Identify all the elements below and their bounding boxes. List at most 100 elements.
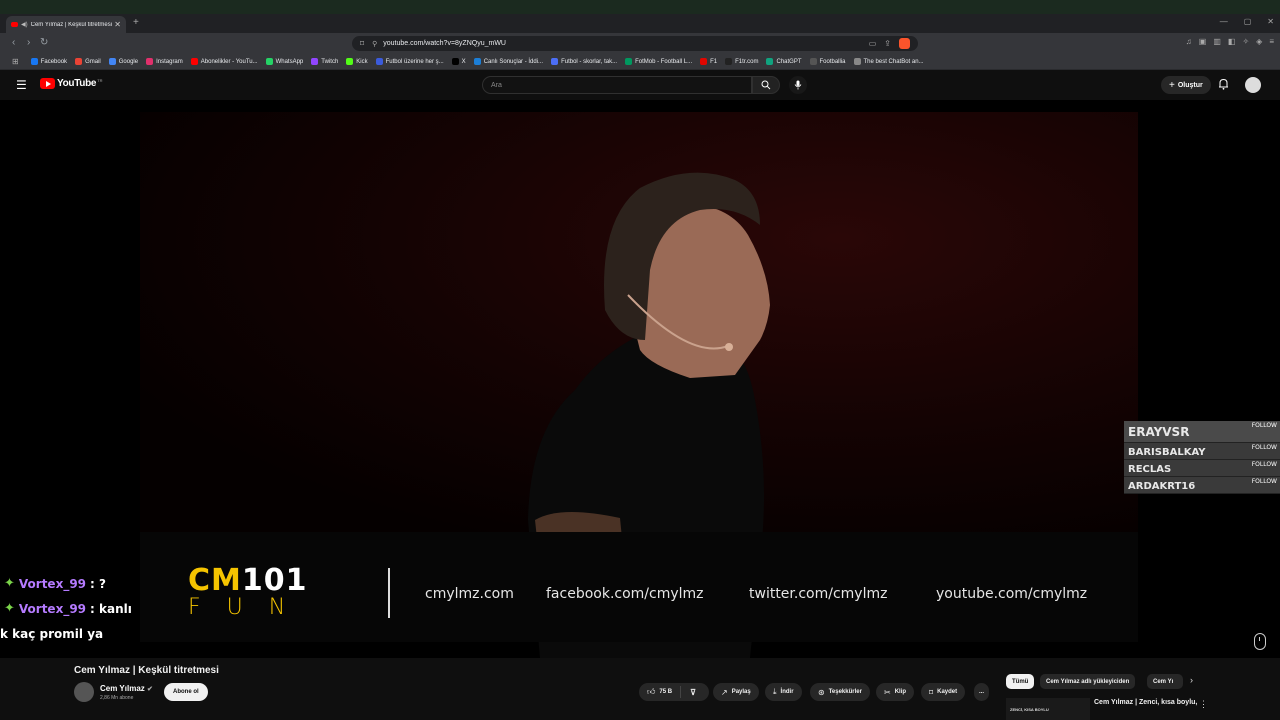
bookmark-item[interactable]: Instagram [146,58,183,65]
download-button[interactable]: ⤓ İndir [765,683,802,701]
bookmark-favicon-icon [311,58,319,65]
bookmark-item[interactable]: WhatsApp [265,58,303,65]
cast-icon[interactable]: ▭ [869,39,877,48]
website-link: cmylmz.com [425,586,514,602]
bookmark-icon[interactable]: ⌑ [360,39,364,48]
bookmark-favicon-icon [725,58,733,65]
youtube-logo[interactable]: YouTube TR [40,78,103,89]
forward-icon[interactable]: › [27,37,30,48]
thanks-button[interactable]: ⊛ Teşekkürler [810,683,870,701]
bookmark-favicon-icon [625,58,633,65]
chevron-right-icon[interactable]: › [1190,675,1193,685]
share-arrow-icon: ↗ [721,687,728,697]
bookmark-item[interactable]: Futbol üzerine her ş... [375,58,444,65]
tab-title: Cem Yılmaz | Keşkül titretmesi [30,21,113,28]
bookmark-item[interactable]: Futbol - skorlar, tak... [551,58,617,65]
bookmark-item[interactable]: Facebook [30,58,67,65]
save-button[interactable]: ⌑ Kaydet [921,683,966,701]
search-button[interactable] [752,76,780,94]
extension-icon[interactable]: ◧ [1228,37,1236,46]
dislike-button[interactable]: ⊽ [681,688,705,697]
brave-shield-icon[interactable] [899,38,910,49]
site-info-icon[interactable]: ⚲ [372,40,377,48]
bookmark-item[interactable]: Canlı Sonuçlar - İddi... [473,58,543,65]
address-bar[interactable]: ⌑ ⚲ youtube.com/watch?v=8yZNQyu_mWU ▭ ⇪ [352,36,918,51]
bookmark-item[interactable]: The best ChatBot an... [853,58,924,65]
voice-search-button[interactable] [789,76,807,94]
bookmark-item[interactable]: X [451,58,466,65]
recommended-title[interactable]: Cem Yılmaz | Zenci, kısa boylu, [1094,699,1197,706]
bookmark-favicon-icon [809,58,817,65]
thumbs-down-icon: ⊽ [690,687,696,697]
hamburger-menu-icon[interactable]: ☰ [16,78,27,92]
close-window-icon[interactable]: ✕ [1267,17,1274,26]
subscribe-button[interactable]: Abone ol [164,683,208,701]
account-avatar[interactable] [1245,77,1261,93]
bookmark-item[interactable]: ChatGPT [766,58,802,65]
like-button[interactable]: 👍︎ 75 B [639,686,682,698]
chip-all[interactable]: Tümü [1006,674,1035,689]
bookmark-favicon-icon [190,58,198,65]
search-input[interactable]: Ara [482,76,752,94]
share-page-icon[interactable]: ⇪ [884,39,891,48]
logo-divider [388,568,390,618]
chat-message: k kaç promil ya [0,627,104,641]
close-tab-icon[interactable]: ✕ [114,20,121,29]
channel-name[interactable]: Cem Yılmaz ✔ [100,684,153,693]
bookmark-favicon-icon [766,58,774,65]
bookmark-favicon-icon [146,58,154,65]
chat-message: ✦ Vortex_99: kanlı [4,601,132,616]
bookmark-favicon-icon [375,58,383,65]
reload-icon[interactable]: ↻ [40,37,48,48]
extension-icon[interactable]: ▣ [1199,37,1207,46]
more-actions-button[interactable]: ... [974,683,990,701]
sidebar-toggle-icon[interactable]: ▥ [1213,37,1221,46]
facebook-link: facebook.com/cmylmz [546,586,704,602]
bookmark-item[interactable]: Kick [346,58,368,65]
video-player[interactable]: CM101 FUN cmylmz.com facebook.com/cmylmz… [0,100,1280,658]
thumbs-up-icon: 👍︎ [647,687,656,696]
youtube-header: ☰ YouTube TR Ara + Oluştur [0,70,1280,100]
window-controls: — ▢ ✕ [1220,17,1274,26]
chip-from-uploader[interactable]: Cem Yılmaz adlı yükleyiciden [1040,674,1136,689]
back-icon[interactable]: ‹ [12,37,15,48]
bookmark-item[interactable]: Gmail [75,58,101,65]
kebab-menu-icon[interactable]: ⋮ [1199,699,1208,710]
bookmark-item[interactable]: F1tr.com [725,58,758,65]
active-tab[interactable]: ◀) Cem Yılmaz | Keşkül titretmesi ✕ [6,16,126,33]
puzzle-icon[interactable]: ✧ [1242,37,1249,46]
follower-entry: ARDAKRT16 FOLLOW [1124,477,1280,494]
extension-icon[interactable]: ♫ [1186,37,1192,46]
follower-entry: ERAYVSR FOLLOW [1124,421,1280,443]
chip-related[interactable]: Cem Yı [1147,674,1183,689]
notifications-bell-icon[interactable] [1218,78,1229,90]
youtube-favicon-icon [11,22,18,27]
clip-button[interactable]: ✂ Klip [876,683,915,701]
create-button[interactable]: + Oluştur [1161,76,1211,94]
maximize-icon[interactable]: ▢ [1244,17,1252,26]
apps-grid-icon[interactable]: ⊞ [12,57,19,66]
channel-avatar[interactable] [74,682,94,702]
bookmark-favicon-icon [473,58,481,65]
bookmark-item[interactable]: FotMob - Football L... [625,58,692,65]
bookmark-save-icon: ⌑ [929,687,934,697]
recommended-thumbnail[interactable]: ZENCİ, KISA BOYLU [1006,698,1090,720]
bookmark-item[interactable]: Abonelikler - YouTu... [190,58,258,65]
youtube-play-icon [40,78,55,89]
browser-tab-strip: ◀) Cem Yılmaz | Keşkül titretmesi ✕ + — … [0,14,1280,33]
url-text[interactable]: youtube.com/watch?v=8yZNQyu_mWU [383,40,860,47]
bookmark-favicon-icon [853,58,861,65]
mouse-scroll-icon [1254,633,1266,650]
share-button[interactable]: ↗ Paylaş [713,683,759,701]
new-tab-icon[interactable]: + [133,17,139,28]
menu-icon[interactable]: ≡ [1269,37,1274,46]
bookmark-item[interactable]: Footballia [809,58,846,65]
bookmark-item[interactable]: F1 [700,58,717,65]
speaker-icon[interactable]: ◀) [21,21,28,28]
bookmark-item[interactable]: Twitch [311,58,338,65]
minimize-icon[interactable]: — [1220,17,1228,26]
subscriber-count: 2,86 Mn abone [100,695,134,701]
microphone-icon [794,80,802,90]
bookmark-item[interactable]: Google [108,58,138,65]
shield-icon[interactable]: ◈ [1256,37,1262,46]
